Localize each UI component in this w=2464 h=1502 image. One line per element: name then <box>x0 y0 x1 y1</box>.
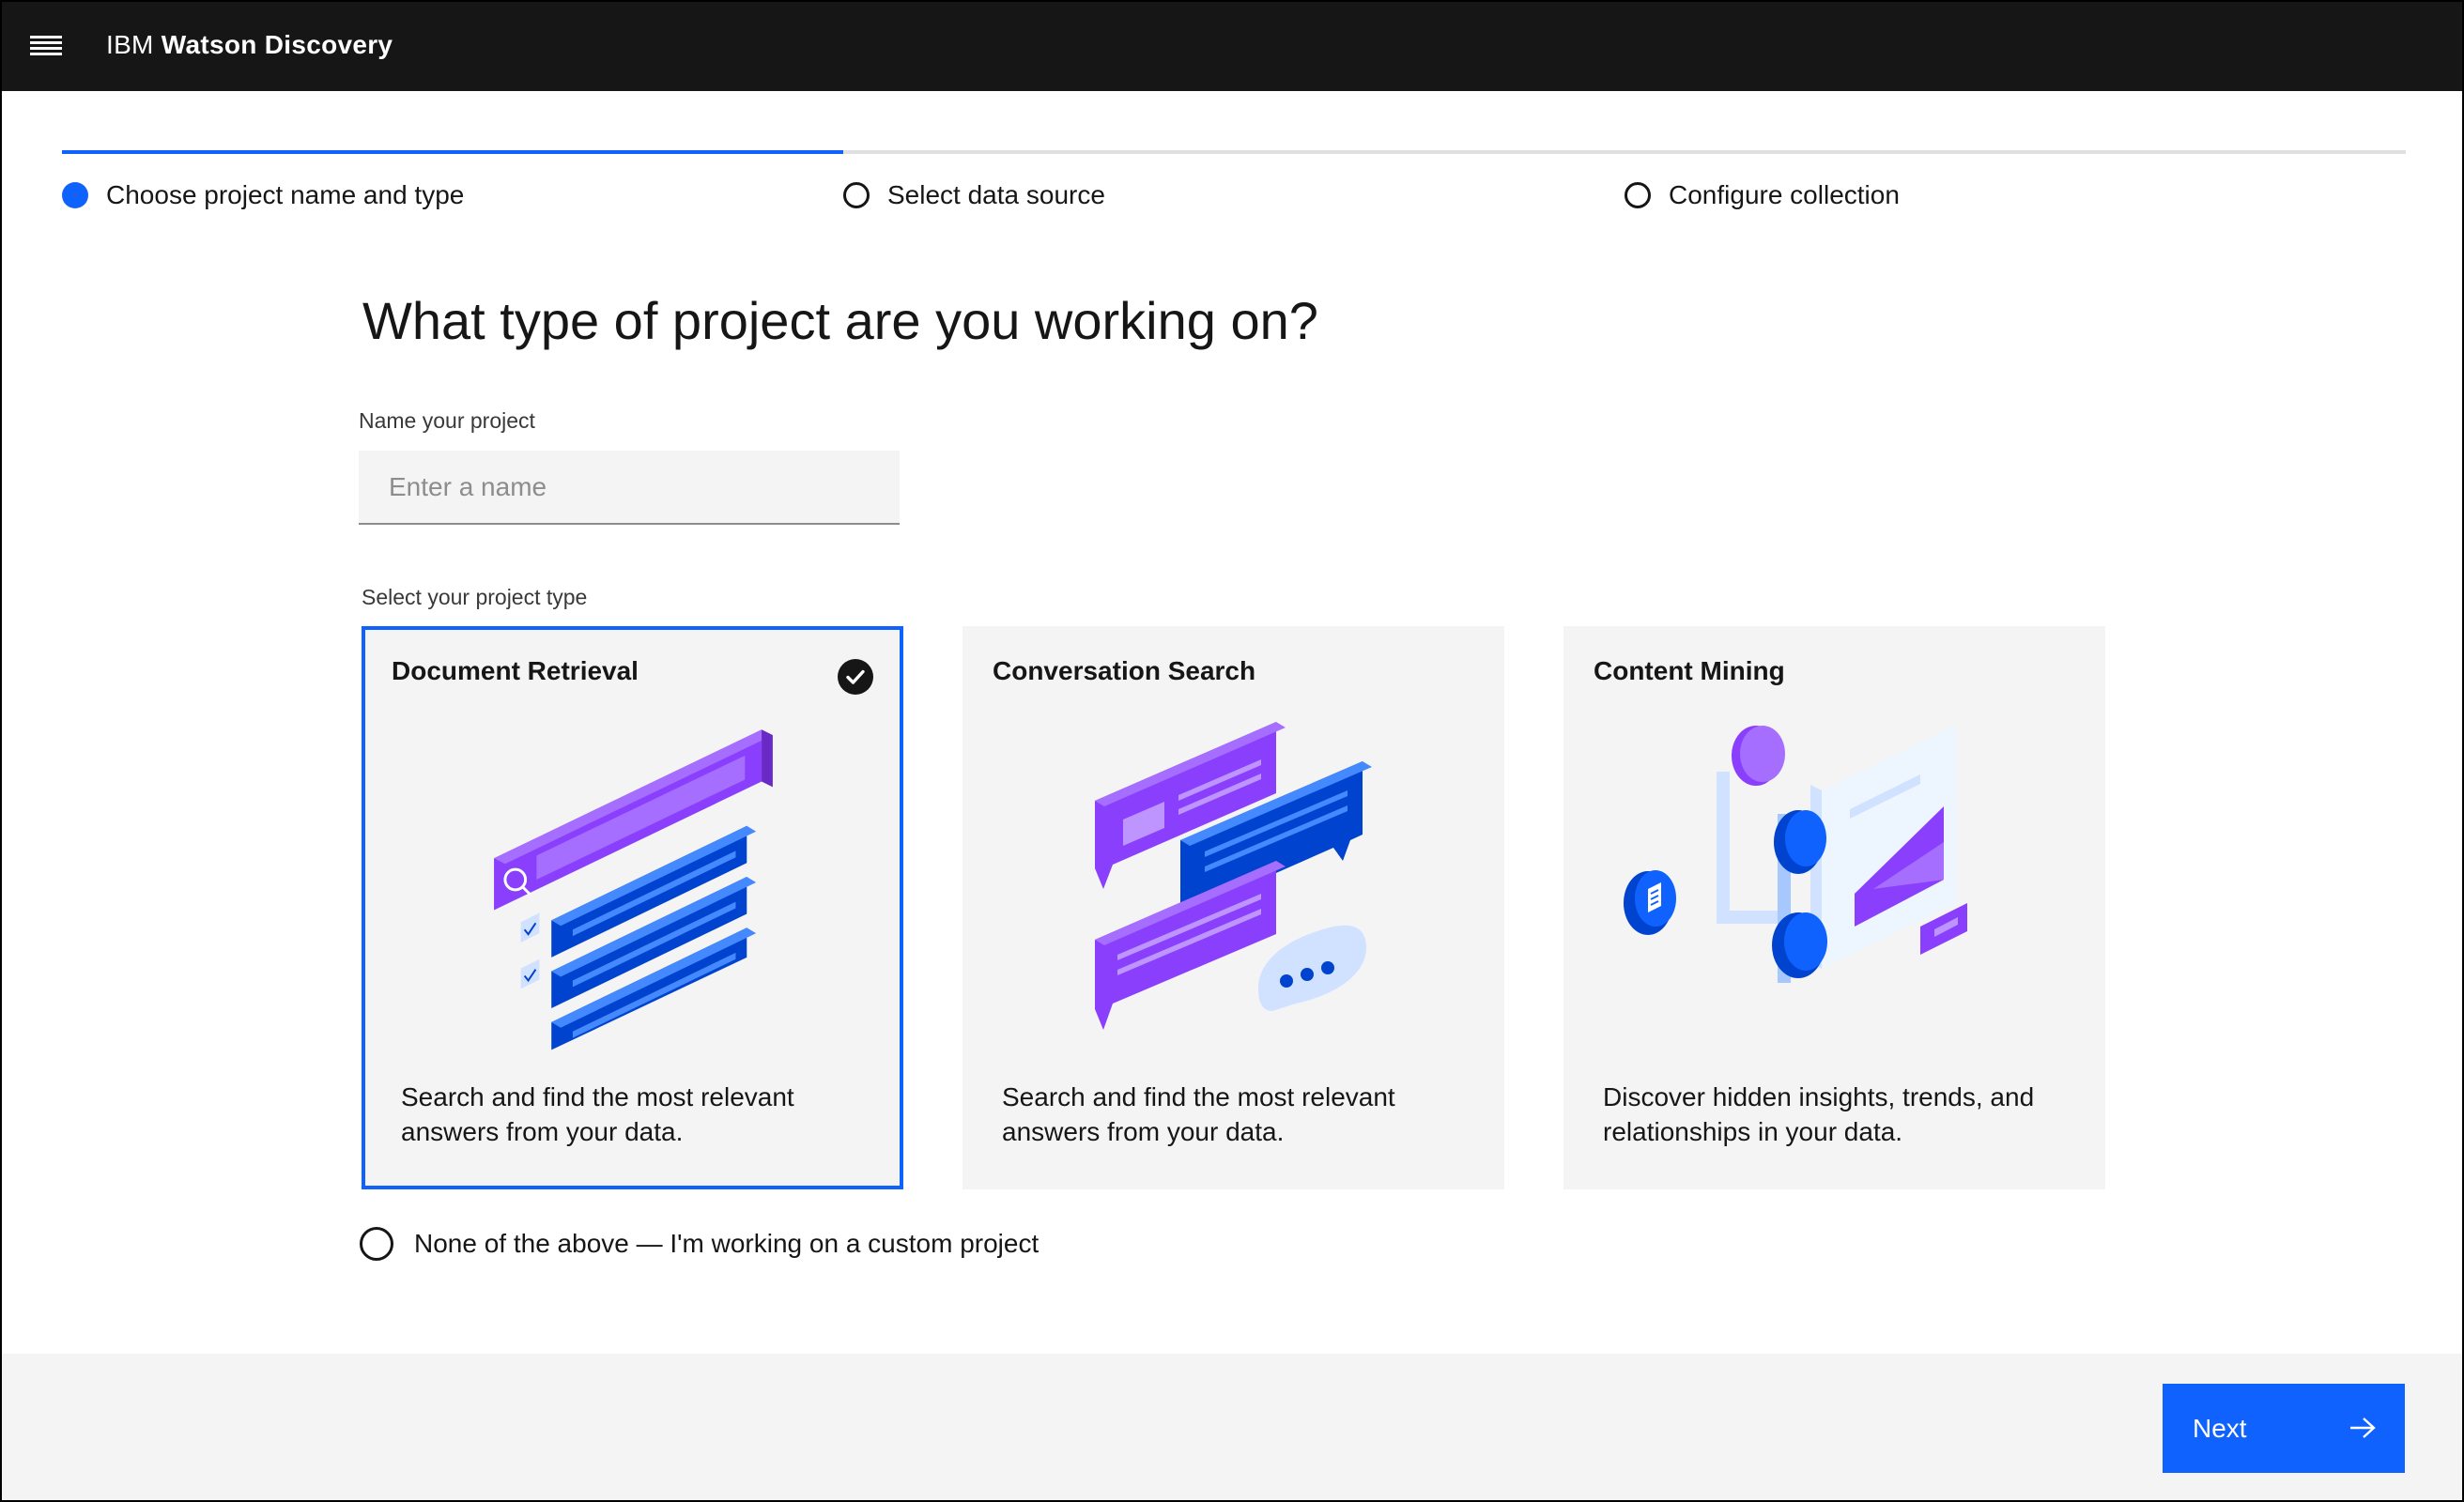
checkmark-icon <box>838 659 873 695</box>
step-current-icon <box>62 182 88 208</box>
tile-title: Conversation Search <box>993 656 1256 685</box>
project-type-label: Select your project type <box>362 585 588 609</box>
step-incomplete-icon <box>1625 182 1651 208</box>
step-label: Configure collection <box>1669 180 1900 209</box>
brand-name: Watson Discovery <box>161 30 393 59</box>
radio-unchecked-icon <box>360 1227 393 1261</box>
project-name-label: Name your project <box>359 408 535 433</box>
content-mining-illustration <box>1624 725 1967 983</box>
step-configure-collection[interactable]: Configure collection <box>1625 173 1900 218</box>
tile-title: Document Retrieval <box>392 656 639 685</box>
tile-description: Search and find the most relevant answer… <box>401 1082 794 1146</box>
page-title: What type of project are you working on? <box>362 291 1318 350</box>
progress-track-fill <box>62 150 843 154</box>
footer-bar <box>2 1354 2462 1500</box>
conversation-search-illustration <box>1095 722 1372 1030</box>
step-incomplete-icon <box>843 182 870 208</box>
brand-prefix: IBM <box>106 30 154 59</box>
tile-conversation-search[interactable]: Conversation Search Search and find the <box>962 626 1504 1189</box>
tile-description: Discover hidden insights, trends, and re… <box>1603 1082 2035 1146</box>
progress-track <box>62 150 2406 154</box>
step-label: Choose project name and type <box>106 180 465 209</box>
step-choose-project[interactable]: Choose project name and type <box>62 173 464 218</box>
tile-title: Content Mining <box>1594 656 1785 685</box>
tile-description: Search and find the most relevant answer… <box>1002 1082 1395 1146</box>
custom-project-radio[interactable]: None of the above — I'm working on a cus… <box>360 1227 1039 1261</box>
progress-indicator: Choose project name and type Select data… <box>62 150 2406 225</box>
document-retrieval-illustration <box>494 729 773 1050</box>
tile-document-retrieval[interactable]: Document Retrieval Search and find the m… <box>362 626 903 1189</box>
step-select-data-source[interactable]: Select data source <box>843 173 1105 218</box>
tile-content-mining[interactable]: Content Mining Discover hidden insights,… <box>1563 626 2105 1189</box>
project-name-input[interactable] <box>359 451 900 525</box>
app-window: IBM Watson Discovery Choose project name… <box>0 0 2464 1502</box>
product-name[interactable]: IBM Watson Discovery <box>106 30 393 60</box>
next-button[interactable]: Next <box>2163 1384 2405 1473</box>
next-button-label: Next <box>2193 1414 2247 1443</box>
custom-project-label: None of the above — I'm working on a cus… <box>414 1229 1040 1258</box>
arrow-right-icon <box>2350 1418 2376 1438</box>
step-label: Select data source <box>887 180 1105 209</box>
hamburger-menu-icon[interactable] <box>30 32 64 60</box>
top-header: IBM Watson Discovery <box>2 2 2462 91</box>
